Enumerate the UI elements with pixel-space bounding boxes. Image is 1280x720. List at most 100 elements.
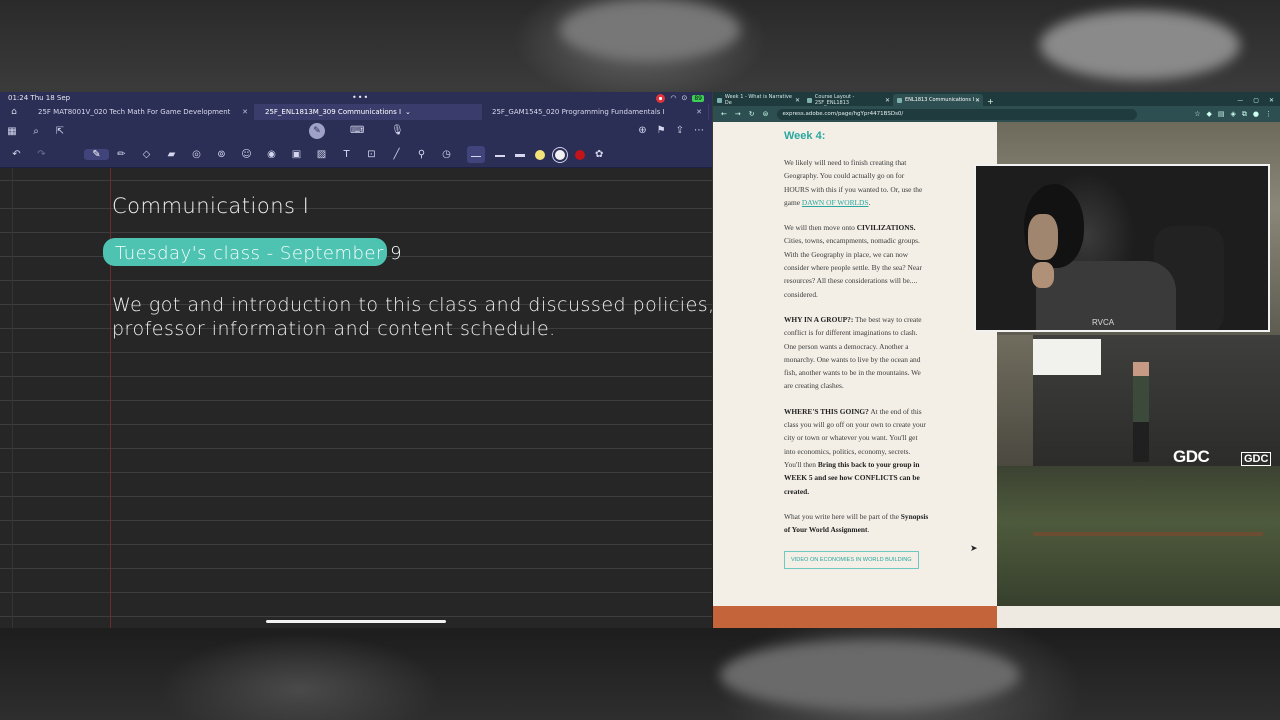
close-icon[interactable]: ✕ <box>885 97 890 104</box>
tab-label: 25F_ENL1813M_309 Communications I <box>265 108 402 116</box>
presentation-screen <box>1033 339 1101 375</box>
extension-icon[interactable]: ◈ <box>1231 110 1236 119</box>
extension-icon[interactable]: ▤ <box>1218 110 1225 119</box>
paragraph-text: What you write here will be part of the <box>784 511 901 521</box>
browser-tab-course-layout[interactable]: Course Layout - 25F_ENL1813 ✕ <box>803 94 893 106</box>
maximize-icon[interactable]: ▢ <box>1253 97 1259 104</box>
browser-tab-communications[interactable]: ENL1813 Communications I ✕ <box>893 94 983 106</box>
site-info-icon[interactable]: ⊜ <box>763 110 769 118</box>
background-texture <box>720 640 1020 710</box>
bold-text: WHERE'S THIS GOING? <box>784 406 869 416</box>
elements-tool-icon[interactable]: ☺ <box>234 149 259 160</box>
stroke-thin[interactable] <box>467 146 485 163</box>
laser-tool-icon[interactable]: ◉ <box>259 149 284 160</box>
export-icon[interactable]: ⇪ <box>676 125 684 136</box>
link-tool-icon[interactable]: ⚲ <box>409 149 434 160</box>
reload-icon[interactable]: ↻ <box>749 110 755 118</box>
grid-icon[interactable]: ▦ <box>0 126 24 137</box>
image-tool-icon[interactable]: ▨ <box>309 149 334 160</box>
add-page-icon[interactable]: ⊕ <box>638 125 646 136</box>
sticker-tool-icon[interactable]: ▣ <box>284 149 309 160</box>
tab-tech-math[interactable]: 25F MAT8001V_020 Tech Math For Game Deve… <box>28 104 255 120</box>
microphone-icon[interactable]: 🎙 <box>391 125 404 136</box>
lasso-tool-icon[interactable]: ⊚ <box>209 149 234 160</box>
background-texture <box>1040 10 1240 80</box>
browser-tab-label: Course Layout - 25F_ENL1813 <box>814 94 855 106</box>
color-white-swatch[interactable] <box>555 149 565 160</box>
pen-tool-icon[interactable]: ✎ <box>84 149 109 160</box>
status-time: 01:24 <box>8 94 29 102</box>
recording-icon[interactable] <box>656 93 666 103</box>
stroke-thick[interactable] <box>515 149 525 160</box>
color-yellow-swatch[interactable] <box>535 149 545 160</box>
close-icon[interactable]: ✕ <box>975 97 980 104</box>
timer-icon[interactable]: ◷ <box>434 149 459 160</box>
pen-mode-icon[interactable]: ✎ <box>309 123 325 139</box>
paragraph-synopsis: What you write here will be part of the … <box>784 511 929 535</box>
bookmark-star-icon[interactable]: ☆ <box>1194 110 1200 119</box>
bold-text: CIVILIZATIONS. <box>856 223 916 233</box>
close-icon[interactable]: ✕ <box>795 97 800 104</box>
stroke-medium[interactable] <box>495 149 505 160</box>
wifi-icon: ◠ <box>670 94 677 102</box>
forest-image <box>997 466 1280 606</box>
url-field[interactable]: express.adobe.com/page/hgYpr4471BSDs0/ <box>776 108 1137 120</box>
eraser-tool-icon[interactable]: ◇ <box>134 149 159 160</box>
webcam-overlay: RVCA <box>974 164 1270 332</box>
browser-tab-week1[interactable]: Week 1 - What is Narrative De ✕ <box>713 94 803 106</box>
undo-icon[interactable]: ↶ <box>4 149 29 160</box>
more-icon[interactable]: ⋯ <box>694 125 704 136</box>
extension-icon[interactable]: ◆ <box>1206 110 1211 119</box>
page-title: Communications I <box>112 194 310 218</box>
page-content: Week 4: We likely will need to finish cr… <box>713 122 997 606</box>
color-picker-icon[interactable]: ✿ <box>595 149 603 160</box>
close-window-icon[interactable]: ✕ <box>1269 97 1274 104</box>
orange-section-banner <box>713 606 997 628</box>
fence-detail <box>1033 532 1263 536</box>
browser-menu-icon[interactable]: ⋮ <box>1265 110 1272 119</box>
favicon-icon <box>897 97 902 103</box>
close-icon[interactable]: ✕ <box>696 108 702 116</box>
paragraph-group: WHY IN A GROUP?: The best way to create … <box>784 313 929 393</box>
paragraph-geography: We likely will need to finish creating t… <box>784 158 923 207</box>
multitask-dots-icon[interactable]: ••• <box>352 93 369 102</box>
stroke-width-group: ✿ <box>467 146 603 163</box>
gdc-watermark: GDC <box>1241 452 1272 466</box>
close-icon[interactable]: ✕ <box>242 108 248 116</box>
keyboard-icon[interactable]: ⌨ <box>350 125 364 136</box>
page-margin-line <box>110 168 111 628</box>
chevron-down-icon[interactable]: ⌄ <box>405 108 411 116</box>
color-red-swatch[interactable] <box>575 149 585 160</box>
profile-avatar[interactable]: ● <box>1253 110 1259 119</box>
browser-address-bar: ← → ↻ ⊜ express.adobe.com/page/hgYpr4471… <box>713 106 1280 122</box>
pencil-tool-icon[interactable]: ✏ <box>109 149 134 160</box>
tab-communications[interactable]: 25F_ENL1813M_309 Communications I ⌄ <box>255 104 482 120</box>
text-tool-icon[interactable]: T <box>334 149 359 160</box>
forward-icon[interactable]: → <box>735 110 741 118</box>
ruler-tool-icon[interactable]: ╱ <box>384 149 409 160</box>
tab-programming[interactable]: 25F_GAM1545_020 Programming Fundamentals… <box>482 104 709 120</box>
drawing-toolbar: ↶ ↷ ✎ ✏ ◇ ▰ ◎ ⊚ ☺ ◉ ▣ ▨ T ⊡ ╱ ⚲ ◷ ✿ <box>0 142 712 168</box>
dawn-of-worlds-link[interactable]: DAWN OF WORLDS <box>802 198 869 207</box>
home-indicator[interactable] <box>266 620 446 623</box>
browser-tab-strip: Week 1 - What is Narrative De ✕ Course L… <box>713 92 1280 106</box>
share-icon[interactable]: ⇱ <box>48 126 72 137</box>
bookmark-icon[interactable]: ⚑ <box>657 125 666 136</box>
video-economies-button[interactable]: VIDEO ON ECONOMIES IN WORLD BUILDING <box>784 551 919 570</box>
notebook-page[interactable] <box>0 168 712 628</box>
extensions-puzzle-icon[interactable]: ⧉ <box>1242 110 1247 119</box>
home-icon[interactable]: ⌂ <box>0 107 28 117</box>
notes-app-window: 01:24 Thu 18 Sep ••• ◠ ⊙ 89 ⌂ 25F MAT800… <box>0 92 712 628</box>
back-icon[interactable]: ← <box>721 110 727 118</box>
camera-tool-icon[interactable]: ⊡ <box>359 149 384 160</box>
browser-tab-label: Week 1 - What is Narrative De <box>724 94 792 106</box>
background-texture <box>560 0 740 60</box>
redo-icon[interactable]: ↷ <box>29 149 54 160</box>
new-tab-icon[interactable]: + <box>987 97 994 106</box>
search-icon[interactable]: ⌕ <box>24 126 48 137</box>
shape-tool-icon[interactable]: ◎ <box>184 149 209 160</box>
desktop-background: 01:24 Thu 18 Sep ••• ◠ ⊙ 89 ⌂ 25F MAT800… <box>0 0 1280 720</box>
page-edge <box>12 168 13 628</box>
highlighter-tool-icon[interactable]: ▰ <box>159 149 184 160</box>
minimize-icon[interactable]: — <box>1237 97 1243 104</box>
